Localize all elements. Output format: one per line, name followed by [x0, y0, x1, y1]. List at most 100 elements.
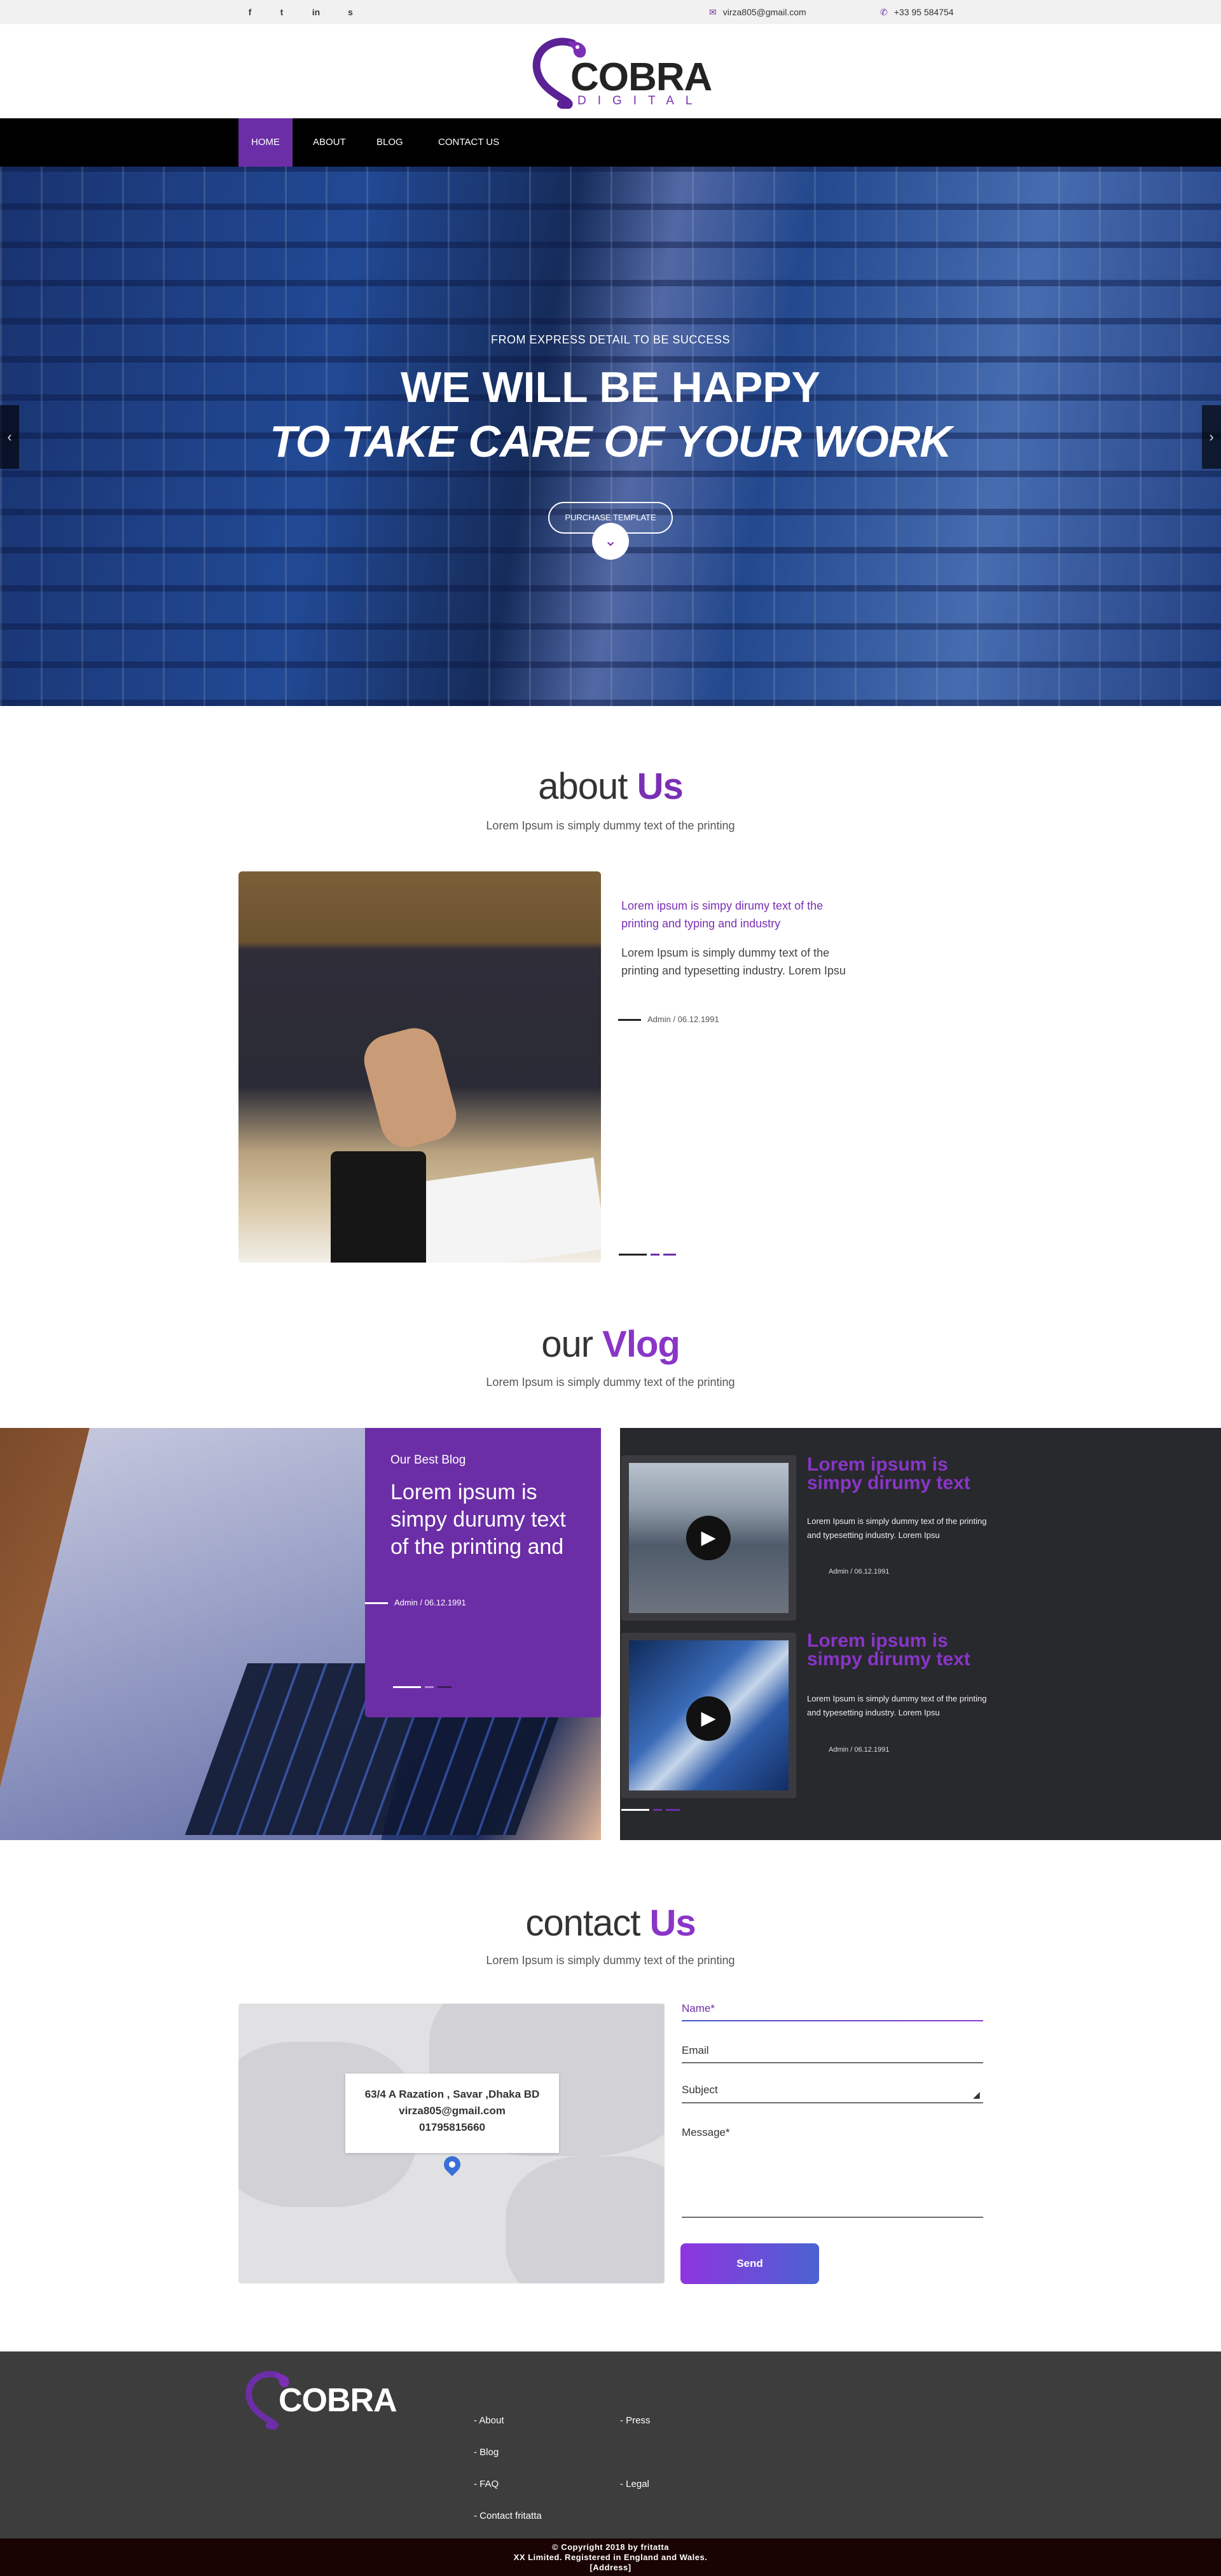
mail-icon: ✉	[709, 7, 717, 17]
video-thumbnail[interactable]: ▶	[621, 1633, 796, 1798]
vlog-card-meta: Admin / 06.12.1991	[365, 1598, 466, 1607]
email-field-label: Email	[682, 2044, 709, 2056]
topbar-phone[interactable]: ✆ +33 95 584754	[880, 6, 954, 18]
meta-dash	[807, 1749, 824, 1751]
vlog-video-list: ▶ Lorem ipsum is simpy dirumy text Lorem…	[620, 1428, 1221, 1840]
video-meta-text: Admin / 06.12.1991	[829, 1568, 890, 1575]
footer-link-contact[interactable]: - Contact fritatta	[474, 2510, 542, 2521]
pagination-dot[interactable]	[438, 1686, 452, 1689]
dropdown-arrow-icon[interactable]: ◢	[973, 2089, 980, 2100]
about-title-plain: about	[538, 766, 628, 807]
pagination-dot[interactable]	[666, 1809, 680, 1811]
nav-home[interactable]: HOME	[238, 118, 293, 167]
vlog-video-pagination[interactable]	[621, 1804, 684, 1811]
hero-heading-line1: WE WILL BE HAPPY	[401, 363, 820, 412]
footer-brand-name: COBRA	[279, 2382, 397, 2419]
pagination-dot[interactable]	[619, 1254, 647, 1256]
about-image-cup	[331, 1151, 426, 1263]
vlog-subtitle: Lorem Ipsum is simply dummy text of the …	[486, 1376, 735, 1388]
chevron-down-icon[interactable]: ⌄	[592, 523, 629, 560]
about-body: Lorem Ipsum is simply dummy text of the …	[621, 946, 846, 977]
map-email: virza805@gmail.com	[399, 2105, 506, 2117]
video-meta: Admin / 06.12.1991	[807, 1568, 889, 1575]
skype-icon[interactable]: s	[343, 6, 357, 18]
video-meta-text: Admin / 06.12.1991	[829, 1746, 890, 1754]
nav-about[interactable]: ABOUT	[300, 118, 359, 167]
footer-link-legal[interactable]: - Legal	[620, 2479, 649, 2489]
hero-kicker: FROM EXPRESS DETAIL TO BE SUCCESS	[491, 333, 730, 346]
play-icon[interactable]: ▶	[686, 1516, 731, 1560]
footer-link-about[interactable]: - About	[474, 2415, 504, 2426]
chevron-right-icon[interactable]: ›	[1202, 405, 1221, 469]
video-body: Lorem Ipsum is simply dummy text of the …	[807, 1694, 987, 1717]
chevron-left-icon[interactable]: ‹	[0, 405, 19, 469]
map-phone: 01795815660	[418, 2121, 485, 2133]
twitter-icon[interactable]: t	[275, 6, 289, 18]
page: f t in s ✉ virza805@gmail.com ✆ +33 95 584…	[0, 0, 1221, 2576]
map-info-card: 63/4 A Razation , Savar ,Dhaka BD virza8…	[345, 2074, 559, 2153]
about-title: about Us	[0, 765, 1221, 808]
linkedin-icon[interactable]: in	[309, 6, 323, 18]
copyright-bar: © Copyright 2018 by fritatta XX Limited.…	[0, 2538, 1221, 2576]
vlog-card-meta-text: Admin / 06.12.1991	[394, 1598, 466, 1607]
vlog-card-kicker: Our Best Blog	[390, 1453, 466, 1467]
footer-link-blog[interactable]: - Blog	[474, 2447, 499, 2458]
meta-dash	[807, 1571, 824, 1573]
message-field-label: Message*	[682, 2126, 730, 2138]
email-field[interactable]	[682, 2062, 983, 2063]
video-title[interactable]: Lorem ipsum is simpy dirumy text	[807, 1455, 998, 1493]
vlog-card-title: Lorem ipsum is simpy durumy text of the …	[390, 1480, 566, 1559]
topbar-phone-text: +33 95 584754	[893, 7, 954, 17]
subject-field-label: Subject	[682, 2084, 718, 2096]
map-pin-icon[interactable]	[440, 2152, 464, 2177]
top-bar: f t in s ✉ virza805@gmail.com ✆ +33 95 584…	[0, 0, 1221, 24]
video-title[interactable]: Lorem ipsum is simpy dirumy text	[807, 1631, 998, 1669]
nav-blog[interactable]: BLOG	[364, 118, 416, 167]
name-field[interactable]	[682, 2020, 983, 2021]
copyright-line1: © Copyright 2018 by fritatta	[552, 2542, 669, 2552]
facebook-icon[interactable]: f	[243, 6, 257, 18]
about-title-accent: Us	[637, 766, 684, 807]
message-field[interactable]	[682, 2217, 983, 2218]
pagination-dot[interactable]	[621, 1809, 649, 1811]
pagination-dot[interactable]	[653, 1809, 662, 1811]
topbar-email[interactable]: ✉ virza805@gmail.com	[709, 6, 806, 18]
about-image-paper	[404, 1157, 601, 1263]
vlog-feature-card[interactable]: Our Best Blog Lorem ipsum is simpy durum…	[365, 1428, 601, 1717]
brand-logo[interactable]: COBRA DIGITAL	[528, 36, 712, 110]
about-subtitle: Lorem Ipsum is simply dummy text of the …	[486, 819, 735, 832]
video-body: Lorem Ipsum is simply dummy text of the …	[807, 1516, 987, 1540]
contact-title: contact Us	[0, 1902, 1221, 1944]
pagination-dot[interactable]	[663, 1254, 676, 1256]
pagination-dot[interactable]	[651, 1254, 659, 1256]
location-map[interactable]: 63/4 A Razation , Savar ,Dhaka BD virza8…	[238, 2004, 665, 2283]
copyright-line3: [Address]	[590, 2563, 631, 2572]
logo-header: COBRA DIGITAL	[0, 24, 1221, 118]
about-meta: Admin / 06.12.1991	[618, 1014, 719, 1024]
copyright-line2: XX Limited. Registered in England and Wa…	[513, 2552, 708, 2562]
nav-contact-us[interactable]: CONTACT US	[425, 118, 512, 167]
map-landmass	[506, 2156, 665, 2283]
meta-dash	[365, 1602, 388, 1605]
contact-title-plain: contact	[525, 1902, 640, 1944]
brand-subtitle: DIGITAL	[577, 94, 704, 107]
main-nav: HOME ABOUT BLOG CONTACT US	[0, 118, 1221, 167]
about-image-hand	[358, 1022, 462, 1153]
brand-name: COBRA	[570, 55, 712, 99]
about-pagination[interactable]	[619, 1249, 680, 1256]
footer-logo[interactable]: COBRA	[242, 2367, 407, 2431]
footer-link-press[interactable]: - Press	[620, 2415, 651, 2426]
send-button[interactable]: Send	[680, 2243, 819, 2284]
vlog-card-pagination[interactable]	[393, 1682, 455, 1689]
pagination-dot[interactable]	[393, 1686, 421, 1689]
phone-icon: ✆	[880, 7, 888, 17]
subject-select[interactable]	[682, 2102, 983, 2103]
play-icon[interactable]: ▶	[686, 1696, 731, 1741]
vlog-title-accent: Vlog	[602, 1324, 680, 1365]
hero-slider: FROM EXPRESS DETAIL TO BE SUCCESS WE WIL…	[0, 167, 1221, 706]
footer-link-faq[interactable]: - FAQ	[474, 2479, 499, 2489]
pagination-dot[interactable]	[425, 1686, 434, 1689]
video-thumbnail[interactable]: ▶	[621, 1455, 796, 1621]
footer: COBRA - About - Blog - FAQ - Contact fri…	[0, 2351, 1221, 2538]
meta-dash	[618, 1019, 641, 1021]
